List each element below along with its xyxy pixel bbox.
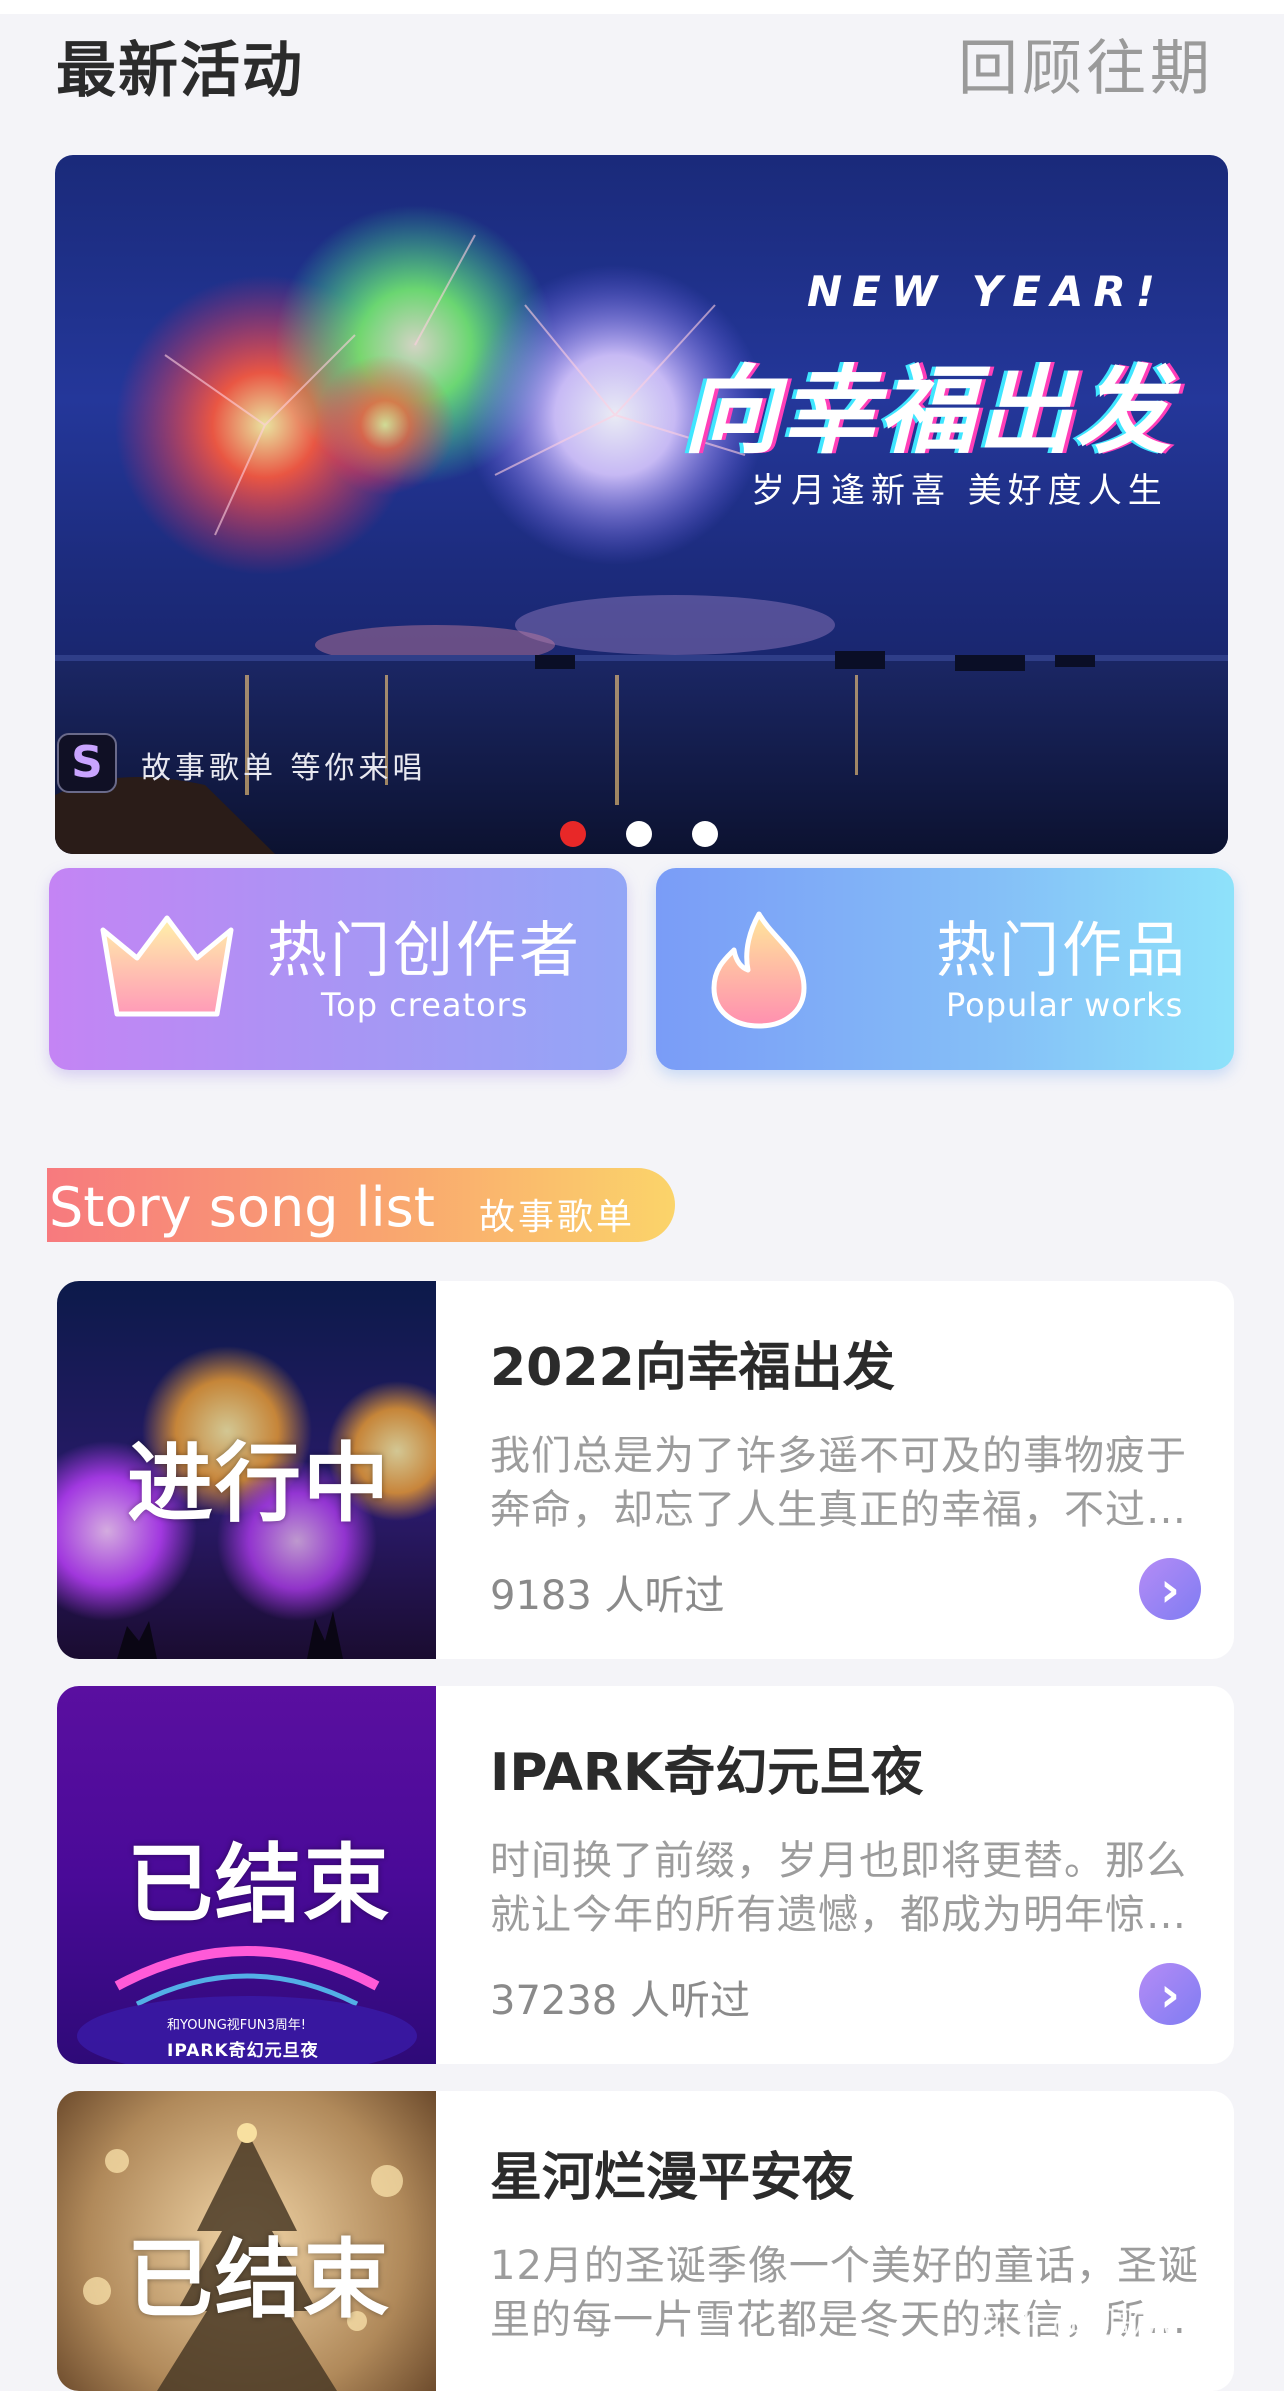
songlist-title: IPARK奇幻元旦夜 <box>490 1743 924 1803</box>
banner-subline: 岁月逢新喜 美好度人生 <box>751 471 1168 511</box>
status-label: 已结束 <box>127 1835 391 1935</box>
banner-headline-cn: 向幸福出发 <box>683 355 1173 467</box>
songlist-card[interactable]: 已结束 和YOUNG视FUN3周年! IPARK奇幻元旦夜 IPARK奇幻元旦夜… <box>57 1686 1234 2064</box>
chevron-right-icon[interactable]: › <box>1139 1558 1201 1620</box>
songlist-title: 星河烂漫平安夜 <box>490 2148 855 2208</box>
top-creators-button[interactable]: 热门创作者 Top creators <box>49 868 627 1070</box>
app-logo-icon: S <box>57 733 117 793</box>
listener-count: 37238 人听过 <box>490 1978 750 2024</box>
page-title: 最新活动 <box>56 36 304 106</box>
app-logo-glyph: S <box>71 737 103 788</box>
popular-works-title: 热门作品 <box>936 916 1188 986</box>
poster-text-1: 和YOUNG视FUN3周年! <box>167 2018 306 2033</box>
crown-icon <box>100 915 234 1017</box>
songlist-thumbnail: 已结束 <box>57 2091 436 2391</box>
poster-text-2: IPARK奇幻元旦夜 <box>167 2041 319 2061</box>
songlist-thumbnail: 进行中 <box>57 1281 436 1659</box>
section-title-cn: 故事歌单 <box>479 1197 636 1238</box>
popular-works-subtitle: Popular works <box>946 986 1184 1024</box>
top-creators-title: 热门创作者 <box>267 916 582 986</box>
songlist-description: 我们总是为了许多遥不可及的事物疲于奔命，却忘了人生真正的幸福，不过… <box>490 1433 1187 1533</box>
banner-caption: 故事歌单 等你来唱 <box>141 751 427 786</box>
carousel-dot-1[interactable] <box>560 821 586 847</box>
event-banner[interactable]: NEW YEAR! 向幸福出发 岁月逢新喜 美好度人生 S 故事歌单 等你来唱 <box>55 155 1228 854</box>
status-strip <box>0 0 1284 14</box>
review-past-link[interactable]: 回顾往期 <box>958 20 1214 107</box>
carousel-dot-2[interactable] <box>626 821 652 847</box>
watermark: 知乎 @闪歌APP <box>978 2304 1209 2342</box>
top-creators-subtitle: Top creators <box>321 986 529 1024</box>
section-header-story-song-list: Story song list 故事歌单 <box>47 1168 675 1242</box>
banner-headline-en: NEW YEAR! <box>807 267 1165 316</box>
songlist-description: 时间换了前缀，岁月也即将更替。那么就让今年的所有遗憾，都成为明年惊… <box>490 1838 1187 1938</box>
status-label: 进行中 <box>127 1434 391 1534</box>
songlist-title: 2022向幸福出发 <box>490 1338 895 1398</box>
header: 最新活动 回顾往期 <box>0 14 1284 124</box>
songlist-card[interactable]: 进行中 2022向幸福出发 我们总是为了许多遥不可及的事物疲于奔命，却忘了人生真… <box>57 1281 1234 1659</box>
listener-count: 9183 人听过 <box>490 1573 725 1619</box>
carousel-dot-3[interactable] <box>692 821 718 847</box>
section-title-en: Story song list <box>49 1176 435 1239</box>
songlist-thumbnail: 已结束 和YOUNG视FUN3周年! IPARK奇幻元旦夜 <box>57 1686 436 2064</box>
chevron-right-icon[interactable]: › <box>1139 1963 1201 2025</box>
flame-icon <box>711 911 807 1029</box>
popular-works-button[interactable]: 热门作品 Popular works <box>656 868 1234 1070</box>
songlist-card[interactable]: 已结束 星河烂漫平安夜 12月的圣诞季像一个美好的童话，圣诞里的每一片雪花都是冬… <box>57 2091 1234 2391</box>
status-label: 已结束 <box>127 2230 391 2330</box>
